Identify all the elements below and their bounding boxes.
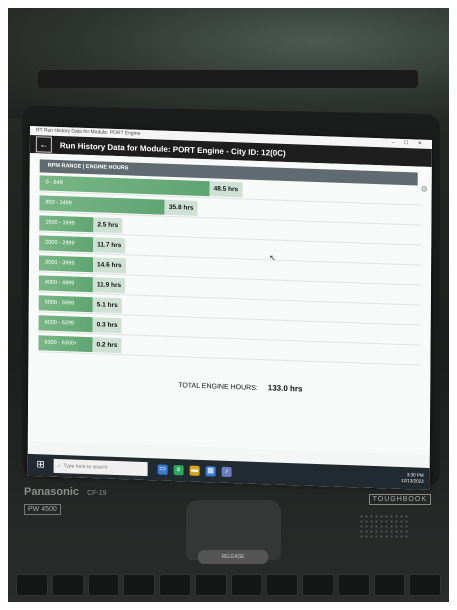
rpm-rows: 0 - 849 48.5 hrs 850 - 1499 35.8 hrs 1500 - …	[38, 175, 423, 366]
edge-browser-icon[interactable]: e	[173, 465, 184, 476]
windows-start-icon[interactable]: ⊞	[34, 458, 48, 472]
back-arrow-icon: ←	[39, 139, 49, 150]
search-icon: ⌕	[57, 462, 61, 470]
rpm-range-bar: 3000 - 3999	[38, 255, 94, 273]
total-engine-hours: TOTAL ENGINE HOURS: 133.0 hrs	[178, 380, 302, 393]
rpm-range-bar: 4000 - 4999	[38, 275, 93, 293]
rpm-range-bar: 6300 - 6300+	[38, 335, 93, 353]
taskbar-apps: ▭ e ▬ ▦ ♪	[157, 464, 232, 478]
engine-hours-value: 0.3 hrs	[92, 317, 122, 334]
engine-hours-value: 48.5 hrs	[209, 181, 243, 198]
engine-hours-value: 14.6 hrs	[92, 257, 126, 274]
store-icon[interactable]: ▦	[205, 466, 216, 477]
tray-date: 12/13/2023	[401, 477, 424, 484]
photo-frame: RT Run History Data for Module: PORT Eng…	[8, 8, 449, 602]
total-value: 133.0 hrs	[267, 383, 303, 394]
engine-hours-value: 11.7 hrs	[93, 237, 126, 254]
release-latch[interactable]: RELEASE	[198, 550, 268, 564]
rpm-range-bar: 1500 - 1999	[39, 215, 94, 233]
search-placeholder: Type here to search	[63, 463, 108, 471]
lid-hinge	[38, 70, 418, 88]
rpm-range-bar: 0 - 849	[39, 175, 210, 197]
engine-hours-value: 0.2 hrs	[92, 337, 122, 354]
rpm-range-bar: 2000 - 2999	[39, 235, 94, 253]
task-view-icon[interactable]: ▭	[157, 464, 168, 475]
mouse-cursor-icon: ↖	[269, 253, 276, 263]
back-button[interactable]: ←	[35, 136, 52, 153]
speaker-grille	[359, 514, 409, 538]
total-label: TOTAL ENGINE HOURS:	[178, 382, 258, 392]
engine-hours-value: 11.9 hrs	[92, 277, 126, 294]
rpm-range-bar: 850 - 1499	[39, 195, 165, 215]
system-tray[interactable]: 3:30 PM 12/13/2023	[401, 472, 424, 485]
window-controls[interactable]: – ☐ ✕	[392, 139, 426, 149]
laptop-screen: RT Run History Data for Module: PORT Eng…	[27, 126, 432, 490]
model-badge: PW 4500	[24, 504, 61, 515]
taskbar-search-box[interactable]: ⌕ Type here to search	[53, 458, 148, 477]
series-label: CF-19	[87, 490, 107, 497]
engine-hours-value: 35.8 hrs	[164, 199, 198, 216]
rpm-range-bar: 6000 - 6299	[38, 315, 93, 333]
app-pinned-icon[interactable]: ♪	[221, 466, 232, 478]
run-history-panel: RPM RANGE | ENGINE HOURS ⚙ 0 - 849 48.5 h…	[27, 152, 432, 455]
keyboard-row	[16, 574, 441, 596]
engine-hours-value: 5.1 hrs	[92, 297, 122, 314]
laptop-lid	[8, 8, 449, 118]
product-badge: TOUGHBOOK	[368, 494, 431, 505]
brand-logo: Panasonic CF-19	[24, 486, 107, 498]
file-explorer-icon[interactable]: ▬	[189, 465, 200, 476]
brand-name: Panasonic	[24, 486, 80, 498]
rpm-range-bar: 5000 - 5999	[38, 295, 93, 313]
engine-hours-value: 2.5 hrs	[93, 217, 123, 234]
windows-taskbar: ⊞ ⌕ Type here to search ▭ e ▬ ▦ ♪ 3:30 P…	[27, 453, 430, 490]
